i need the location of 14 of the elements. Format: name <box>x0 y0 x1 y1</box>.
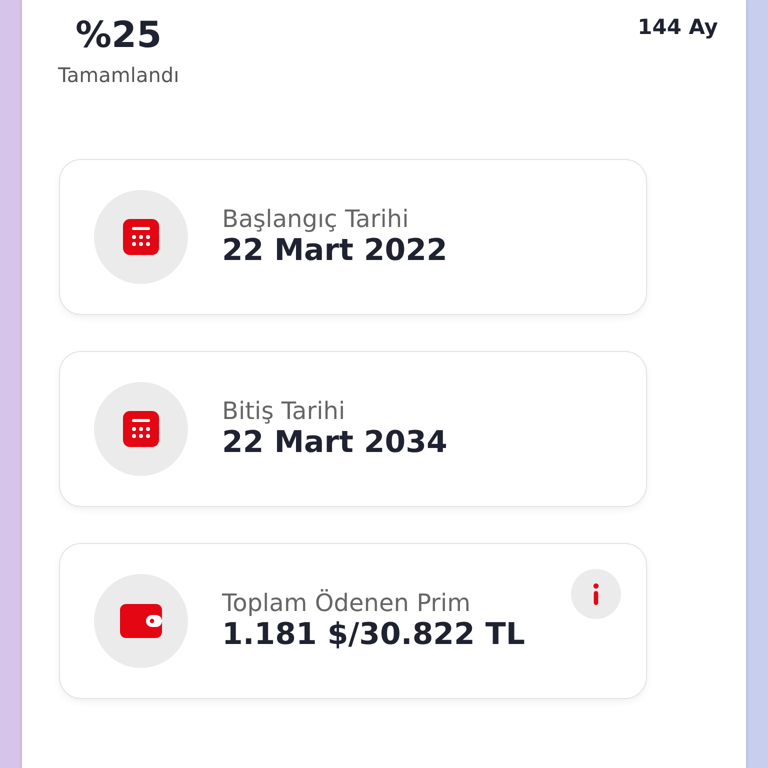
wallet-icon <box>120 604 162 638</box>
card-value: 22 Mart 2022 <box>222 233 448 270</box>
duration-text: 144 Ay <box>638 14 718 41</box>
calendar-icon <box>123 411 159 447</box>
card-value: 1.181 $/30.822 TL <box>222 617 525 654</box>
calendar-icon <box>123 219 159 255</box>
info-button[interactable] <box>571 569 621 619</box>
card-title: Başlangıç Tarihi <box>222 204 410 234</box>
card-title: Toplam Ödenen Prim <box>222 588 472 618</box>
info-icon <box>593 583 599 605</box>
card-value: 22 Mart 2034 <box>222 425 448 462</box>
card-title: Bitiş Tarihi <box>222 396 346 426</box>
progress-label: Tamamlandı <box>58 62 180 89</box>
progress-percent: %25 <box>75 18 162 54</box>
